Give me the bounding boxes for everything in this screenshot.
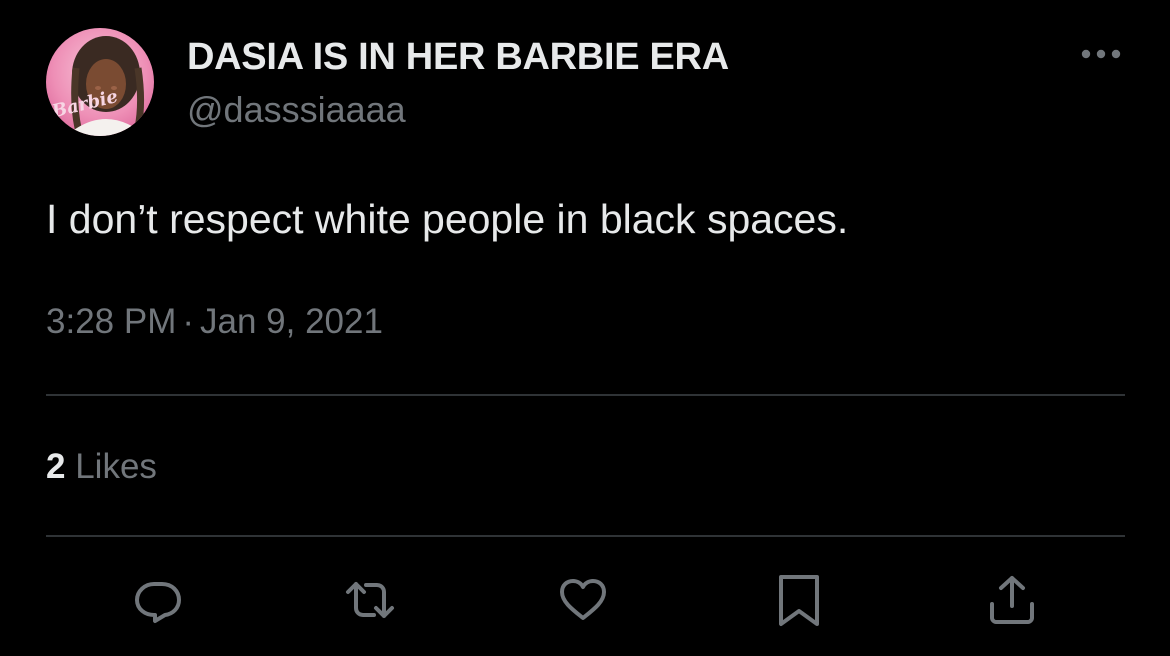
share-icon xyxy=(990,576,1034,624)
bookmark-button[interactable] xyxy=(771,572,827,628)
tweet-text: I don’t respect white people in black sp… xyxy=(46,196,849,242)
tweet-date: Jan 9, 2021 xyxy=(200,302,383,341)
likes-count: 2 xyxy=(46,447,66,486)
user-handle[interactable]: @dasssiaaaa xyxy=(187,89,406,131)
reply-icon xyxy=(135,582,181,623)
share-button[interactable] xyxy=(984,572,1040,628)
like-button[interactable] xyxy=(555,572,611,628)
retweet-button[interactable] xyxy=(342,572,398,628)
retweet-icon xyxy=(346,582,394,618)
bookmark-icon xyxy=(779,575,819,626)
display-name[interactable]: DASIA IS IN HER BARBIE ERA xyxy=(187,36,729,79)
avatar-image: Barbie xyxy=(49,36,146,136)
divider xyxy=(46,394,1125,396)
divider xyxy=(46,535,1125,537)
likes-label: Likes xyxy=(75,447,157,486)
likes-stat[interactable]: 2 Likes xyxy=(46,447,157,487)
tweet-time: 3:28 PM xyxy=(46,302,177,341)
avatar[interactable]: Barbie xyxy=(46,28,154,136)
like-icon xyxy=(560,579,606,620)
reply-button[interactable] xyxy=(130,572,186,628)
tweet-timestamp[interactable]: 3:28 PM · Jan 9, 2021 xyxy=(46,302,383,342)
timestamp-separator: · xyxy=(182,302,195,341)
more-options-icon[interactable] xyxy=(1078,40,1124,68)
tweet-card: Barbie DASIA IS IN HER BARBIE ERA @dasss… xyxy=(0,0,1170,656)
